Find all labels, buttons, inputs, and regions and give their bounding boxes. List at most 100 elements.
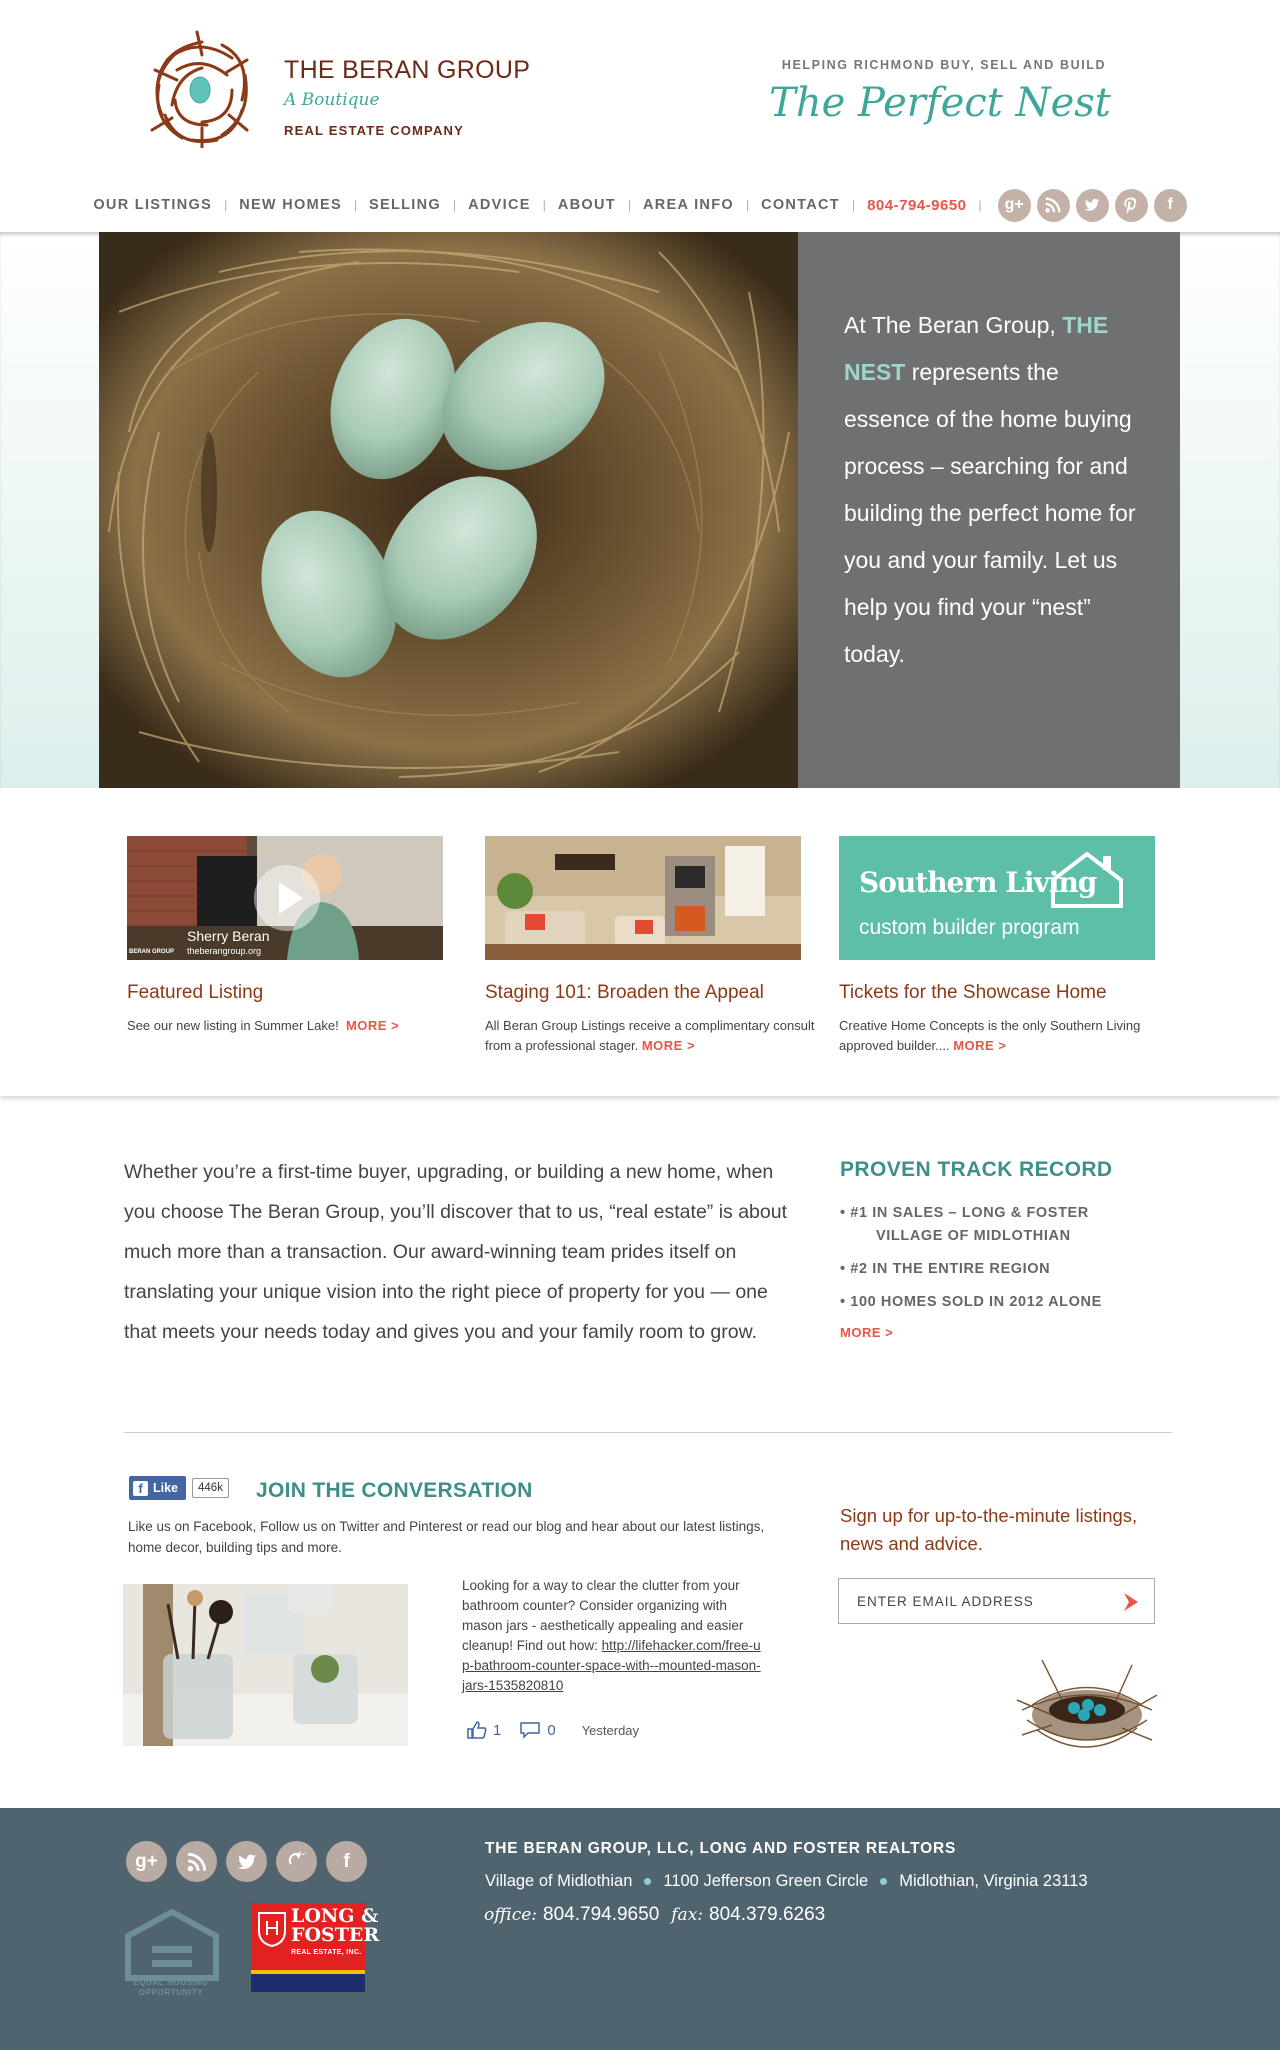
twitter-icon[interactable] xyxy=(1075,188,1109,222)
video-brand: BERAN GROUP xyxy=(129,949,175,955)
feature-card: Staging 101: Broaden the Appeal All Bera… xyxy=(485,836,815,1056)
nav-separator: | xyxy=(851,198,856,212)
list-item: • #1 IN SALES – LONG & FOSTER VILLAGE OF… xyxy=(840,1205,1089,1244)
nav-separator: | xyxy=(542,198,546,212)
rss-icon[interactable] xyxy=(176,1841,217,1882)
post-meta: 1 0 Yesterday xyxy=(467,1721,639,1739)
like-count: 1 xyxy=(493,1721,502,1739)
facebook-like-button[interactable]: f Like xyxy=(129,1476,187,1500)
feature-title[interactable]: Tickets for the Showcase Home xyxy=(839,982,1169,1004)
twitter-icon[interactable] xyxy=(226,1841,267,1882)
site-header: THE BERAN GROUP A Boutique REAL ESTATE C… xyxy=(0,0,1280,232)
feature-card: Sherry Beran theberangroup.org BERAN GRO… xyxy=(127,836,457,1036)
featured-listing-video[interactable]: Sherry Beran theberangroup.org BERAN GRO… xyxy=(127,836,443,960)
track-record-list: • #1 IN SALES – LONG & FOSTER VILLAGE OF… xyxy=(840,1202,1180,1314)
southern-living-title: Southern Living xyxy=(859,866,1097,899)
nav-contact[interactable]: CONTACT xyxy=(761,197,840,213)
southern-living-logo[interactable]: Southern Living custom builder program xyxy=(839,836,1155,960)
facebook-icon[interactable]: f xyxy=(1153,188,1187,222)
post-text: Looking for a way to clear the clutter f… xyxy=(462,1578,761,1693)
tagline-script: The Perfect Nest xyxy=(769,80,1111,126)
office-phone[interactable]: 804.794.9650 xyxy=(543,1904,659,1926)
long-foster-logo[interactable]: LONG & FOSTER REAL ESTATE, INC. xyxy=(251,1903,379,1992)
nest-illustration xyxy=(1016,1659,1158,1748)
join-conversation-title: JOIN THE CONVERSATION xyxy=(256,1479,533,1502)
nav-separator: | xyxy=(627,198,632,212)
video-person-name: Sherry Beran xyxy=(187,928,270,944)
pinterest-icon[interactable] xyxy=(276,1841,317,1882)
nav-separator: | xyxy=(224,198,228,212)
main-nav: OUR LISTINGS | NEW HOMES | SELLING | ADV… xyxy=(0,188,1280,222)
feature-title[interactable]: Staging 101: Broaden the Appeal xyxy=(485,982,815,1004)
thumbs-up-icon[interactable] xyxy=(467,1721,487,1739)
feature-card: Southern Living custom builder program T… xyxy=(839,836,1169,1056)
list-item: • 100 HOMES SOLD IN 2012 ALONE xyxy=(840,1294,1102,1310)
rss-icon[interactable] xyxy=(1036,188,1070,222)
crest-icon xyxy=(258,1912,286,1947)
track-record-more-link[interactable]: MORE > xyxy=(840,1325,893,1340)
footer-address: Village of Midlothian 1100 Jefferson Gre… xyxy=(485,1872,1088,1890)
footer-company: THE BERAN GROUP, LLC, LONG AND FOSTER RE… xyxy=(485,1840,957,1857)
nav-advice[interactable]: ADVICE xyxy=(468,197,531,213)
nav-our-listings[interactable]: OUR LISTINGS xyxy=(93,197,212,213)
feature-description: All Beran Group Listings receive a compl… xyxy=(485,1018,815,1053)
section-divider xyxy=(124,1432,1172,1433)
email-input[interactable] xyxy=(857,1593,1107,1609)
site-logo[interactable]: THE BERAN GROUP A Boutique REAL ESTATE C… xyxy=(147,30,531,150)
hero-message-panel: At The Beran Group, THE NEST represents … xyxy=(798,232,1180,788)
facebook-icon[interactable]: f xyxy=(326,1841,367,1882)
header-social-links: g+ f xyxy=(997,188,1187,222)
google-plus-icon[interactable]: g+ xyxy=(997,188,1031,222)
brand-name: THE BERAN GROUP xyxy=(284,56,531,84)
comment-count: 0 xyxy=(547,1721,556,1739)
intro-paragraph: Whether you’re a first-time buyer, upgra… xyxy=(124,1161,787,1343)
video-site: theberangroup.org xyxy=(187,946,262,956)
feature-title[interactable]: Featured Listing xyxy=(127,982,457,1004)
hero-nest-image xyxy=(99,232,798,788)
nav-new-homes[interactable]: NEW HOMES xyxy=(239,197,342,213)
track-record-title: PROVEN TRACK RECORD xyxy=(840,1158,1113,1181)
footer-social-links: g+ f xyxy=(126,1841,367,1882)
site-footer: g+ f EQUAL HOUSING OPPORTUNITY LONG & FO… xyxy=(0,1808,1280,2050)
more-link[interactable]: MORE > xyxy=(346,1018,399,1033)
nav-phone-link[interactable]: 804-794-9650 xyxy=(867,197,966,214)
nav-separator: | xyxy=(452,198,457,212)
nav-separator: | xyxy=(978,198,982,212)
facebook-like-widget: f Like 446k xyxy=(129,1476,229,1500)
brand-subtitle: A Boutique xyxy=(284,90,380,110)
nav-selling[interactable]: SELLING xyxy=(369,197,441,213)
nav-separator: | xyxy=(745,198,750,212)
staging-room-image[interactable] xyxy=(485,836,801,960)
signup-text: Sign up for up-to-the-minute listings, n… xyxy=(840,1505,1138,1554)
lf-stripe xyxy=(251,1970,365,1992)
features-strip: Sherry Beran theberangroup.org BERAN GRO… xyxy=(0,788,1280,1096)
tagline: HELPING RICHMOND BUY, SELL AND BUILD xyxy=(781,58,1107,72)
comment-icon[interactable] xyxy=(519,1721,541,1739)
bird-nest-photo xyxy=(99,232,798,788)
fax-label: fax: xyxy=(671,1905,704,1925)
office-label: office: xyxy=(484,1905,538,1925)
footer-phones: office: 804.794.9650 fax: 804.379.6263 xyxy=(484,1904,837,1926)
feature-description: Creative Home Concepts is the only South… xyxy=(839,1018,1141,1053)
brand-descriptor: REAL ESTATE COMPANY xyxy=(284,123,465,138)
address-separator xyxy=(644,1878,652,1885)
equal-housing-label: EQUAL HOUSING OPPORTUNITY xyxy=(133,1978,209,1997)
email-signup-form xyxy=(838,1578,1155,1624)
lf-subtitle: REAL ESTATE, INC. xyxy=(291,1949,362,1956)
more-link[interactable]: MORE > xyxy=(642,1038,695,1053)
more-link[interactable]: MORE > xyxy=(953,1038,1006,1053)
google-plus-icon[interactable]: g+ xyxy=(126,1841,167,1882)
southern-living-subtitle: custom builder program xyxy=(859,916,1080,939)
pinterest-icon[interactable] xyxy=(1114,188,1148,222)
address-separator xyxy=(880,1878,888,1885)
hero-message: At The Beran Group, THE NEST represents … xyxy=(844,312,1136,667)
list-item: • #2 IN THE ENTIRE REGION xyxy=(840,1261,1051,1277)
fax-number: 804.379.6263 xyxy=(709,1904,826,1925)
nav-area-info[interactable]: AREA INFO xyxy=(643,197,734,213)
post-time: Yesterday xyxy=(581,1722,640,1738)
submit-arrow-icon[interactable] xyxy=(1120,1591,1142,1613)
nav-about[interactable]: ABOUT xyxy=(558,197,616,213)
post-image[interactable] xyxy=(123,1584,408,1746)
feature-description: See our new listing in Summer Lake! MORE… xyxy=(127,1018,400,1033)
join-conversation-description: Like us on Facebook, Follow us on Twitte… xyxy=(128,1519,765,1555)
